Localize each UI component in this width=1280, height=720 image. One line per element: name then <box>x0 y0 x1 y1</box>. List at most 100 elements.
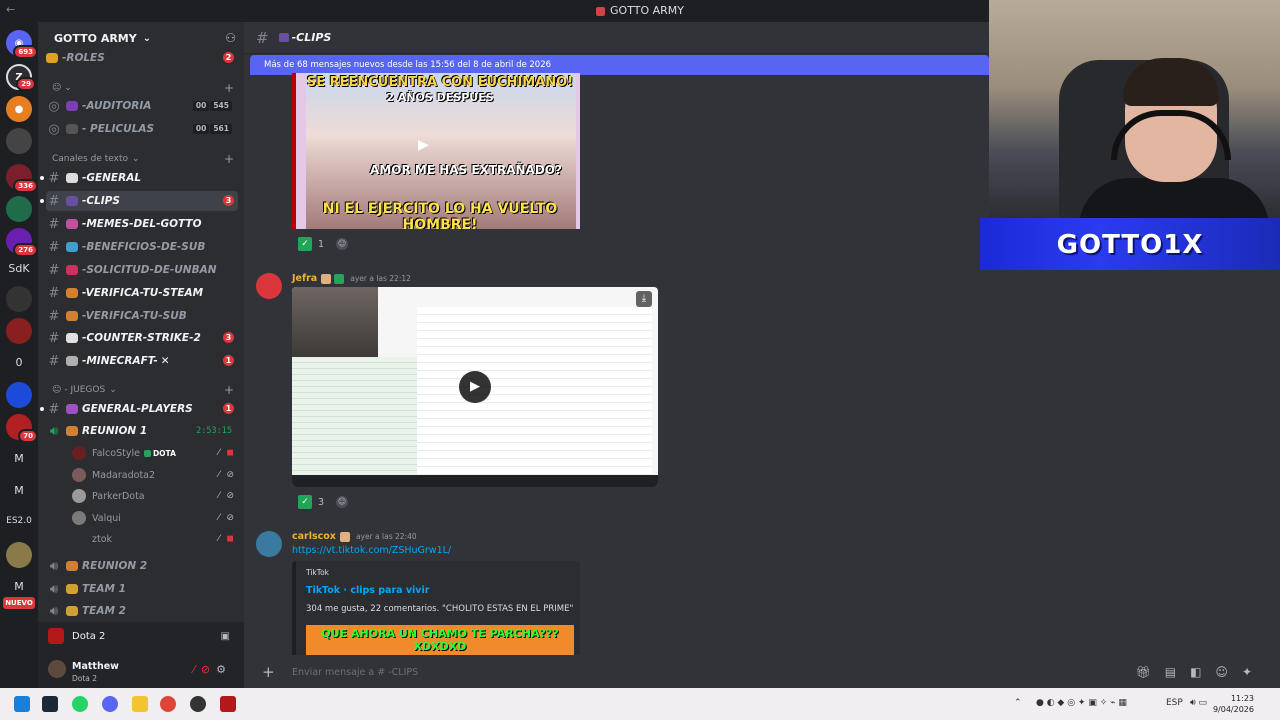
category-games[interactable]: 😐 - JUEGOS ⌄ + <box>52 383 238 397</box>
channel-general-players[interactable]: # GENERAL-PLAYERS 1 <box>40 399 238 419</box>
voice-user[interactable]: ParkerDota ⁄ ⊘ <box>72 487 236 505</box>
avatar[interactable] <box>48 660 66 678</box>
discord-icon[interactable] <box>102 696 118 712</box>
new-messages-bar[interactable]: Más de 68 mensajes nuevos desde las 15:5… <box>250 55 989 75</box>
embed-image[interactable]: QUE AHORA UN CHAMO TE PARCHA??? XDXDXD <box>306 625 574 659</box>
voice-user[interactable]: FalcoStyle DOTA ⁄ ◼ <box>72 444 236 462</box>
play-icon[interactable]: ▶ <box>418 137 429 153</box>
server-label[interactable]: M <box>0 452 38 465</box>
channel-roles[interactable]: -ROLES 2 <box>46 48 238 68</box>
channel-label: -CLIPS <box>82 195 120 207</box>
add-channel-icon[interactable]: + <box>224 81 234 95</box>
direct-messages-icon[interactable]: ◉ 693 <box>6 30 38 59</box>
deafen-icon[interactable]: ⊘ <box>201 663 216 676</box>
server-icon[interactable]: 336 <box>6 164 38 193</box>
embed-title[interactable]: TikTok · clips para vivir <box>306 585 429 596</box>
server-icon[interactable] <box>6 542 32 568</box>
server-label[interactable]: SdK <box>0 262 38 275</box>
chevron-up-icon[interactable]: ⌃ <box>1014 698 1022 708</box>
server-icon[interactable]: 70 <box>6 414 38 443</box>
channel-clips[interactable]: # -CLIPS 3 <box>40 191 238 211</box>
thumbnail-text: AMOR ME HAS EXTRAÑADO? <box>370 163 562 177</box>
download-icon[interactable]: ⤓ <box>636 291 652 307</box>
server-icon[interactable] <box>6 382 32 408</box>
message-link[interactable]: https://vt.tiktok.com/ZSHuGrw1L/ <box>292 545 451 556</box>
voice-reunion-1[interactable]: 🔊︎ REUNION 1 2:53:15 <box>46 421 238 441</box>
voice-user[interactable]: Madaradota2 ⁄ ⊘ <box>72 466 236 484</box>
add-reaction-icon[interactable]: ☺ <box>336 238 349 250</box>
voice-user[interactable]: ztok ⁄ ◼ <box>72 530 236 548</box>
avatar[interactable] <box>256 531 282 557</box>
add-channel-icon[interactable]: + <box>224 152 234 166</box>
channel-beneficios[interactable]: # -BENEFICIOS-DE-SUB <box>46 237 238 257</box>
screen-share-icon[interactable]: ▣ <box>221 631 230 642</box>
dota-icon[interactable] <box>220 696 236 712</box>
play-icon[interactable]: ▶ <box>459 371 491 403</box>
voice-team-2[interactable]: 🔊︎ TEAM 2 <box>46 601 238 621</box>
voice-team-1[interactable]: 🔊︎ TEAM 1 <box>46 579 238 599</box>
voice-reunion-2[interactable]: 🔊︎ REUNION 2 <box>46 556 238 576</box>
user-count-current: 00 <box>192 101 210 111</box>
channel-memes[interactable]: # -MEMES-DEL-GOTTO <box>46 214 238 234</box>
category-emoji[interactable]: 😐 ⌄ + <box>52 81 238 95</box>
mic-muted-icon[interactable]: ⁄ <box>193 663 201 676</box>
new-badge[interactable]: NUEVO <box>3 597 35 609</box>
voice-user[interactable]: Valqui ⁄ ⊘ <box>72 509 236 527</box>
channel-verifica-sub[interactable]: # -VERIFICA-TU-SUB <box>46 306 238 326</box>
gear-icon[interactable]: ⚙ <box>216 663 232 676</box>
message-input[interactable]: Enviar mensaje a # -CLIPS <box>292 667 418 678</box>
category-text-channels[interactable]: Canales de texto ⌄ + <box>52 152 238 166</box>
gift-icon[interactable]: 🎁︎ <box>1136 665 1165 679</box>
steam-icon[interactable] <box>42 696 58 712</box>
channel-unban[interactable]: # -SOLICITUD-DE-UNBAN <box>46 260 238 280</box>
channel-auditoria[interactable]: ◎ -AUDITORIA 00 545 <box>46 96 238 116</box>
avatar[interactable] <box>256 273 282 299</box>
server-icon[interactable] <box>6 286 32 312</box>
invite-people-icon[interactable]: ⚇ <box>225 31 236 45</box>
server-label[interactable]: ES2.0 <box>0 516 38 526</box>
chrome-icon[interactable] <box>160 696 176 712</box>
tray-icons[interactable]: ● ◐ ◆ ◎ ✦ ▣ ✧ ⌁ ▦ <box>1036 698 1127 708</box>
add-channel-icon[interactable]: + <box>224 383 234 397</box>
server-label[interactable]: M <box>0 580 38 593</box>
user-name[interactable]: Matthew <box>72 661 119 672</box>
folder-icon[interactable] <box>132 696 148 712</box>
emoji-icon[interactable]: ☺ <box>1215 665 1242 679</box>
system-icons[interactable]: 🔊︎ ▭ <box>1190 698 1207 708</box>
check-reaction-icon[interactable]: ✓ <box>298 237 312 251</box>
video-attachment[interactable]: ▶ ⤓ <box>292 287 658 487</box>
channel-verifica-steam[interactable]: # -VERIFICA-TU-STEAM <box>46 283 238 303</box>
video-thumbnail[interactable]: SE REENCUENTRA CON EUCHIMANO! 2 AÑOS DES… <box>292 73 580 229</box>
author-name[interactable]: carlscox <box>292 531 336 542</box>
streamer-name: GOTTO1X <box>1056 230 1204 260</box>
obs-icon[interactable] <box>190 696 206 712</box>
whatsapp-icon[interactable] <box>72 696 88 712</box>
server-icon[interactable]: Z29 <box>6 64 36 91</box>
check-reaction-icon[interactable]: ✓ <box>298 495 312 509</box>
author-name[interactable]: Jefra <box>292 273 317 284</box>
clock[interactable]: 11:23 9/04/2026 <box>1213 693 1254 715</box>
activity-panel[interactable]: Dota 2 ▣ <box>38 622 244 650</box>
taskbar: ⌃ ● ◐ ◆ ◎ ✦ ▣ ✧ ⌁ ▦ ESP 🔊︎ ▭ 11:23 9/04/2… <box>0 688 1280 720</box>
server-label[interactable]: 0 <box>0 356 38 369</box>
windows-start-icon[interactable] <box>14 696 30 712</box>
server-icon[interactable] <box>6 196 32 222</box>
channel-general[interactable]: # -GENERAL <box>40 168 238 188</box>
server-icon[interactable] <box>6 128 32 154</box>
speaker-icon: 🔊︎ <box>49 581 59 597</box>
channel-peliculas[interactable]: ◎ - PELICULAS 00 561 <box>46 119 238 139</box>
channel-minecraft[interactable]: # -MINECRAFT- ✕ 1 <box>46 351 238 371</box>
server-icon[interactable]: 276 <box>6 228 38 257</box>
reaction-row: ✓ 3 ☺ <box>298 495 349 509</box>
sticker-icon[interactable]: ◧ <box>1190 665 1215 679</box>
server-label[interactable]: M <box>0 484 38 497</box>
server-icon[interactable] <box>6 318 32 344</box>
channel-label: GENERAL-PLAYERS <box>82 403 193 415</box>
channel-counter-strike[interactable]: # -COUNTER-STRIKE-2 3 <box>46 328 238 348</box>
server-icon[interactable]: ● <box>6 96 32 122</box>
language-indicator[interactable]: ESP <box>1166 698 1183 708</box>
add-reaction-icon[interactable]: ☺ <box>336 496 349 508</box>
gif-icon[interactable]: ▤ <box>1165 665 1190 679</box>
attach-plus-icon[interactable]: + <box>262 663 275 681</box>
apps-icon[interactable]: ✦ <box>1242 665 1266 679</box>
